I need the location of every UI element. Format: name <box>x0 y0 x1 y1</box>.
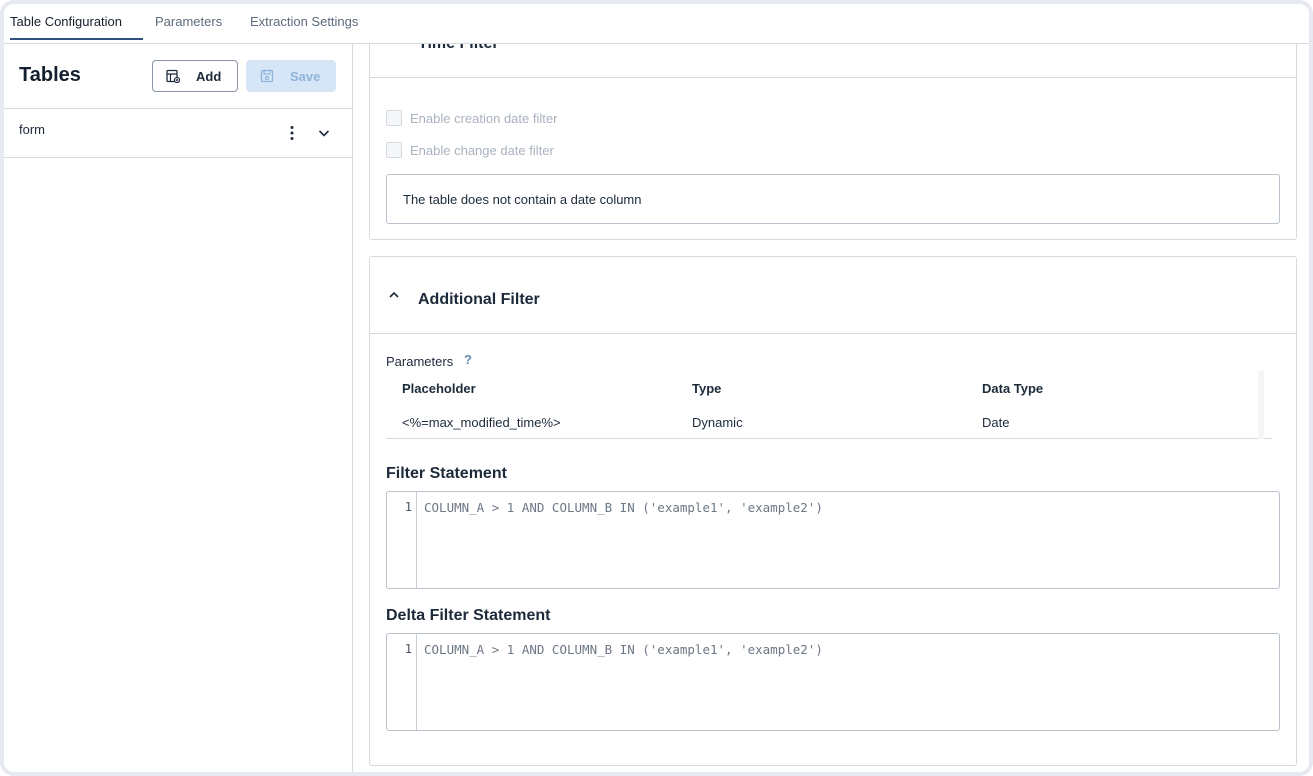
add-table-icon <box>166 69 180 83</box>
add-button-label: Add <box>196 69 222 84</box>
line-number: 1 <box>404 642 412 656</box>
delta-filter-statement-title: Delta Filter Statement <box>386 607 551 624</box>
filter-statement-code[interactable]: COLUMN_A > 1 AND COLUMN_B IN ('example1'… <box>424 500 823 515</box>
no-date-column-notice: The table does not contain a date column <box>386 174 1280 224</box>
cell-type: Dynamic <box>692 415 743 430</box>
table-scrollbar[interactable] <box>1258 371 1264 439</box>
filter-statement-editor[interactable]: 1 COLUMN_A > 1 AND COLUMN_B IN ('example… <box>386 491 1280 589</box>
creation-date-filter-label: Enable creation date filter <box>410 110 558 126</box>
time-filter-card: Time Filter Enable creation date filter … <box>369 44 1297 240</box>
sidebar-title: Tables <box>19 64 81 86</box>
app-window: Table Configuration Parameters Extractio… <box>0 0 1313 776</box>
line-gutter: 1 <box>387 634 417 730</box>
tab-extraction-settings[interactable]: Extraction Settings <box>250 14 358 40</box>
save-button-label: Save <box>290 69 321 84</box>
tab-bar: Table Configuration Parameters Extractio… <box>4 4 1309 44</box>
line-number: 1 <box>404 500 412 514</box>
help-icon[interactable]: ? <box>464 352 472 367</box>
main-content: Time Filter Enable creation date filter … <box>354 44 1309 772</box>
column-header-type: Type <box>692 381 722 396</box>
change-date-filter-checkbox[interactable] <box>386 142 402 158</box>
time-filter-title: Time Filter <box>418 44 499 53</box>
additional-filter-title: Additional Filter <box>418 291 540 308</box>
delta-filter-statement-code[interactable]: COLUMN_A > 1 AND COLUMN_B IN ('example1'… <box>424 642 823 657</box>
tab-parameters[interactable]: Parameters <box>155 14 222 40</box>
notice-text: The table does not contain a date column <box>403 192 642 207</box>
more-options-icon[interactable] <box>282 123 302 143</box>
cell-placeholder: <%=max_modified_time%> <box>402 415 561 430</box>
sidebar-header: Tables Add Save <box>4 44 353 109</box>
table-list-item[interactable]: form <box>4 109 353 158</box>
additional-filter-header[interactable]: Additional Filter <box>370 257 1296 334</box>
delta-filter-statement-editor[interactable]: 1 COLUMN_A > 1 AND COLUMN_B IN ('example… <box>386 633 1280 731</box>
additional-filter-card: Additional Filter Parameters ? Placehold… <box>369 256 1297 766</box>
column-header-placeholder: Placeholder <box>402 381 476 396</box>
column-header-data-type: Data Type <box>982 381 1044 396</box>
parameters-table: Placeholder Type Data Type <%=max_modifi… <box>386 371 1272 439</box>
creation-date-filter-checkbox[interactable] <box>386 110 402 126</box>
tables-sidebar: Tables Add Save form <box>4 44 353 772</box>
save-icon <box>260 69 274 83</box>
save-button[interactable]: Save <box>246 60 336 92</box>
parameters-label: Parameters <box>386 354 454 369</box>
add-table-button[interactable]: Add <box>152 60 238 92</box>
chevron-up-icon[interactable] <box>386 287 402 303</box>
cell-data-type: Date <box>982 415 1010 430</box>
creation-date-filter-row: Enable creation date filter <box>386 109 557 127</box>
time-filter-header[interactable]: Time Filter <box>370 44 1296 78</box>
chevron-down-icon[interactable] <box>314 123 334 143</box>
filter-statement-title: Filter Statement <box>386 465 507 482</box>
line-gutter: 1 <box>387 492 417 588</box>
tab-table-configuration[interactable]: Table Configuration <box>10 14 143 40</box>
change-date-filter-row: Enable change date filter <box>386 141 554 159</box>
change-date-filter-label: Enable change date filter <box>410 142 554 158</box>
table-name: form <box>19 122 45 137</box>
